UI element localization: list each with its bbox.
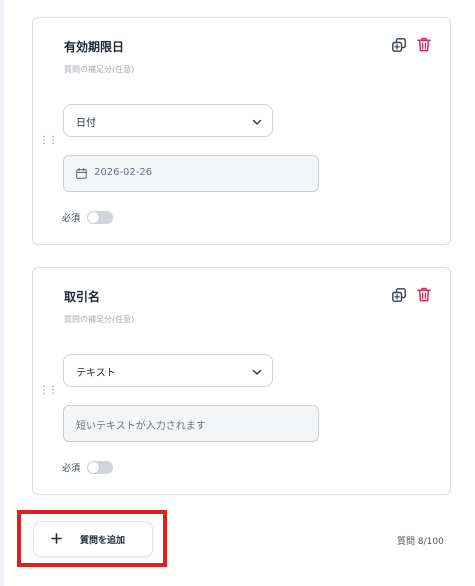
required-toggle[interactable]: [87, 461, 113, 474]
question-description-input[interactable]: 質問の補足分(任意): [64, 314, 134, 325]
text-preview-field: 短いテキストが入力されます: [63, 405, 319, 442]
left-rail: [0, 0, 4, 586]
duplicate-icon[interactable]: [392, 288, 406, 302]
question-type-value: 日付: [76, 118, 96, 129]
duplicate-icon[interactable]: [392, 38, 406, 52]
question-type-select[interactable]: 日付: [63, 104, 273, 137]
question-card: ⋮⋮ 取引名 質問の補足分(任意) テキスト 短いテキストが入力されます 必須: [32, 267, 451, 495]
delete-icon[interactable]: [417, 287, 431, 302]
required-label: 必須: [62, 214, 81, 224]
drag-handle-icon[interactable]: ⋮⋮: [39, 386, 58, 396]
text-preview-value: 短いテキストが入力されます: [76, 421, 206, 432]
question-description-input[interactable]: 質問の補足分(任意): [64, 64, 134, 75]
drag-handle-icon[interactable]: ⋮⋮: [39, 136, 58, 146]
delete-icon[interactable]: [417, 37, 431, 52]
question-count: 質問 8/100: [397, 537, 444, 547]
date-preview-field: 2026-02-26: [63, 155, 319, 192]
question-type-select[interactable]: テキスト: [63, 354, 273, 387]
add-question-button[interactable]: 質問を追加: [33, 521, 153, 557]
toggle-knob: [88, 212, 99, 223]
chevron-down-icon: [252, 369, 262, 375]
date-preview-value: 2026-02-26: [94, 167, 153, 178]
chevron-down-icon: [252, 119, 262, 125]
question-title[interactable]: 有効期限日: [64, 38, 124, 55]
required-toggle[interactable]: [87, 211, 113, 224]
required-label: 必須: [62, 464, 81, 474]
add-question-label: 質問を追加: [80, 536, 126, 546]
question-card: ⋮⋮ 有効期限日 質問の補足分(任意) 日付 2026-02-26 必須: [32, 17, 451, 245]
toggle-knob: [88, 462, 99, 473]
question-title[interactable]: 取引名: [64, 288, 100, 305]
question-type-value: テキスト: [76, 368, 116, 379]
calendar-icon: [76, 168, 87, 179]
plus-icon: [51, 533, 62, 544]
